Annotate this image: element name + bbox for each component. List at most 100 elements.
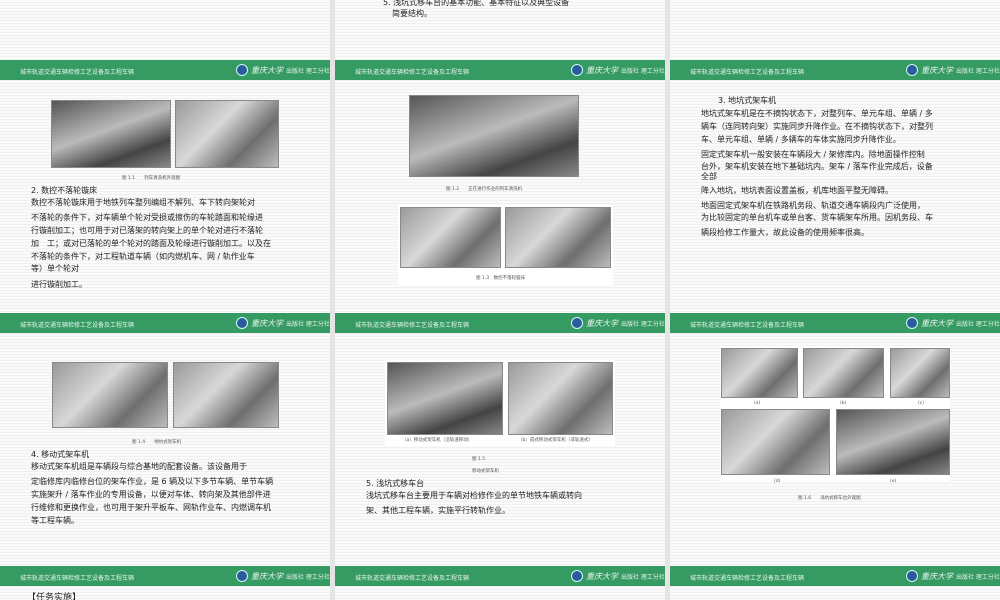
slide-footer-bar: 城市轨道交通车辆检修工艺设备及工程车辆 重庆大学 出版社 理工分社	[670, 313, 1000, 333]
figure-caption: 图 1.3 数控不落轮镟床	[476, 276, 526, 281]
slide-8[interactable]: 城市轨道交通车辆检修工艺设备及工程车辆 重庆大学 出版社 理工分社	[335, 566, 665, 600]
slide-footer-bar: 城市轨道交通车辆检修工艺设备及工程车辆 重庆大学 出版社 理工分社	[0, 566, 330, 586]
slide-5[interactable]: 城市轨道交通车辆检修工艺设备及工程车辆 重庆大学 出版社 理工分社 （a）移动式架车…	[335, 313, 665, 566]
brand-logo: 重庆大学	[251, 318, 283, 328]
slide-footer-bar: 城市轨道交通车辆检修工艺设备及工程车辆 重庆大学 出版社 理工分社	[670, 60, 1000, 80]
slide-6[interactable]: 城市轨道交通车辆检修工艺设备及工程车辆 重庆大学 出版社 理工分社 (a) (b) …	[670, 313, 1000, 566]
university-seal-icon	[236, 317, 248, 329]
photo-transfer-table-d	[721, 409, 830, 475]
brand-logo: 重庆大学	[921, 571, 953, 581]
publisher: 出版社 理工分社	[956, 67, 1000, 75]
brand-logo: 重庆大学	[586, 318, 618, 328]
figure-caption: 图 1.4 地坑式架车机	[132, 440, 182, 445]
slide-text-line: 架、其他工程车辆，实施平行转轨作业。	[366, 506, 510, 515]
slide-text-line: 行镟削加工；也可用于对已落架的转向架上的单个轮对进行不落轮	[31, 226, 263, 235]
slide-4[interactable]: 城市轨道交通车辆检修工艺设备及工程车辆 重庆大学 出版社 理工分社 图 1.4 地坑…	[0, 313, 330, 566]
subfigure-label: (a)	[754, 401, 761, 406]
slide-top-1[interactable]	[0, 0, 330, 60]
slide-text-line: 台外，架车机安装在地下基础坑内。架车 / 落车作业完成后，设备	[701, 162, 933, 171]
publisher: 出版社 理工分社	[286, 573, 330, 581]
slide-top-3[interactable]	[670, 0, 1000, 60]
subfigure-label: (e)	[890, 479, 897, 484]
slide-top-2[interactable]: 5. 浅坑式移车台的基本功能、基本特征以及典型设备 简要结构。	[335, 0, 665, 60]
section-heading: 【任务实施】	[27, 593, 82, 600]
photo-wheel-lathe-2	[505, 207, 611, 268]
slide-text-line: 地坑式架车机是在不摘钩状态下，对整列车、单元车组、单辆 / 多	[701, 109, 933, 118]
photo-pit-lift-1	[52, 362, 168, 428]
slide-text-line: 全部	[701, 172, 717, 181]
subfigure-label: (b)	[840, 401, 847, 406]
slide-text-line: 为比较固定的单台机车或单台客、货车辆架车所用。因机务段、车	[701, 213, 933, 222]
photo-transfer-table-a	[721, 348, 798, 398]
course-title: 城市轨道交通车辆检修工艺设备及工程车辆	[690, 322, 805, 329]
university-seal-icon	[571, 64, 583, 76]
figure-number: 图 1.5	[472, 457, 486, 462]
course-title: 城市轨道交通车辆检修工艺设备及工程车辆	[20, 69, 135, 76]
photo-train-washer-working	[409, 95, 579, 177]
slide-text-line: 加 工；或对已落轮的单个轮对的踏面及轮缘进行镟削加工。以及在	[31, 239, 271, 248]
brand-logo: 重庆大学	[251, 65, 283, 75]
publisher: 出版社 理工分社	[286, 320, 330, 328]
slide-3[interactable]: 城市轨道交通车辆检修工艺设备及工程车辆 重庆大学 出版社 理工分社 3. 地坑式架车…	[670, 60, 1000, 313]
slide-text-line: 辆车（连同转向架）实施同步升降作业。在不摘钩状态下，对整列	[701, 122, 933, 131]
photo-transfer-table-b	[803, 348, 884, 398]
slide-text-line: 等工程车辆。	[31, 516, 79, 525]
slide-footer-bar: 城市轨道交通车辆检修工艺设备及工程车辆 重庆大学 出版社 理工分社	[335, 313, 665, 333]
slide-footer-bar: 城市轨道交通车辆检修工艺设备及工程车辆 重庆大学 出版社 理工分社	[0, 313, 330, 333]
figure-caption: 图 1.1 列车清洗机外观图	[122, 176, 181, 181]
photo-transfer-table-e	[836, 409, 950, 475]
course-title: 城市轨道交通车辆检修工艺设备及工程车辆	[690, 69, 805, 76]
university-seal-icon	[906, 317, 918, 329]
figure-caption: 移动式架车机	[472, 469, 499, 474]
course-title: 城市轨道交通车辆检修工艺设备及工程车辆	[355, 575, 470, 582]
brand-logo: 重庆大学	[586, 571, 618, 581]
publisher: 出版社 理工分社	[956, 573, 1000, 581]
slide-text-line: 不落轮的条件下，对车辆单个轮对受损或擦伤的车轮踏面和轮缘进	[31, 213, 263, 222]
photo-mobile-lift-b	[508, 362, 613, 435]
slide-text-line: 辆段检修工作量大，故此设备的使用频率很高。	[701, 228, 869, 237]
university-seal-icon	[236, 64, 248, 76]
publisher: 出版社 理工分社	[621, 67, 665, 75]
slide-2[interactable]: 城市轨道交通车辆检修工艺设备及工程车辆 重庆大学 出版社 理工分社 图 1.2 正在…	[335, 60, 665, 313]
slide-9[interactable]: 城市轨道交通车辆检修工艺设备及工程车辆 重庆大学 出版社 理工分社	[670, 566, 1000, 600]
subfigure-label: （b）成式移动式架车机（非轨道式）	[518, 438, 593, 443]
university-seal-icon	[906, 570, 918, 582]
photo-wheel-lathe-1	[400, 207, 501, 268]
publisher: 出版社 理工分社	[621, 573, 665, 581]
publisher: 出版社 理工分社	[956, 320, 1000, 328]
slide-text-line: 进行镟削加工。	[31, 280, 87, 289]
photo-mobile-lift-a	[387, 362, 503, 435]
course-title: 城市轨道交通车辆检修工艺设备及工程车辆	[20, 322, 135, 329]
slide-text-line: 等）单个轮对	[31, 264, 79, 273]
photo-transfer-table-c	[890, 348, 950, 398]
subfigure-label: (c)	[918, 401, 924, 406]
slide-text-line: 车、单元车组、单辆 / 多辆车的车体实施同步升降作业。	[701, 135, 901, 144]
course-title: 城市轨道交通车辆检修工艺设备及工程车辆	[355, 69, 470, 76]
subfigure-label: (d)	[774, 479, 781, 484]
slide-text-line: 浅坑式移车台主要用于车辆对检修作业的单节地铁车辆或转向	[366, 491, 582, 500]
slide-text-line: 移动式架车机组是车辆段与综合基地的配套设备。该设备用于	[31, 462, 247, 471]
publisher: 出版社 理工分社	[621, 320, 665, 328]
course-title: 城市轨道交通车辆检修工艺设备及工程车辆	[690, 575, 805, 582]
subfigure-label: （a）移动式架车机（沿轨道移动）	[402, 438, 473, 443]
section-heading: 3. 地坑式架车机	[718, 96, 777, 105]
brand-logo: 重庆大学	[921, 65, 953, 75]
slide-1[interactable]: 城市轨道交通车辆检修工艺设备及工程车辆 重庆大学 出版社 理工分社 图 1.1 列车…	[0, 60, 330, 313]
slide-text-line: 实施架升 / 落车作业的专用设备，以便对车体、转向架及其他部件进	[31, 490, 271, 499]
photo-train-washer-1	[51, 100, 171, 168]
figure-caption: 图 1.6 浅坑式移车台外观图	[798, 496, 861, 501]
publisher: 出版社 理工分社	[286, 67, 330, 75]
figure-caption: 图 1.2 正在进行作业的列车清洗机	[446, 187, 523, 192]
slide-text-line: 简要结构。	[392, 9, 432, 18]
university-seal-icon	[236, 570, 248, 582]
university-seal-icon	[571, 317, 583, 329]
slide-text-line: 数控不落轮镟床用于地铁列车整列编组不解列、车下转向架轮对	[31, 198, 255, 207]
slide-text-line: 定临修库内临修台位的架车作业，是 6 辆及以下多节车辆、单节车辆	[31, 477, 274, 486]
university-seal-icon	[906, 64, 918, 76]
slide-footer-bar: 城市轨道交通车辆检修工艺设备及工程车辆 重庆大学 出版社 理工分社	[670, 566, 1000, 586]
slide-footer-bar: 城市轨道交通车辆检修工艺设备及工程车辆 重庆大学 出版社 理工分社	[0, 60, 330, 80]
slide-text-line: 5. 浅坑式移车台的基本功能、基本特征以及典型设备	[383, 0, 570, 7]
course-title: 城市轨道交通车辆检修工艺设备及工程车辆	[355, 322, 470, 329]
slide-footer-bar: 城市轨道交通车辆检修工艺设备及工程车辆 重庆大学 出版社 理工分社	[335, 60, 665, 80]
slide-7[interactable]: 城市轨道交通车辆检修工艺设备及工程车辆 重庆大学 出版社 理工分社 【任务实施】	[0, 566, 330, 600]
